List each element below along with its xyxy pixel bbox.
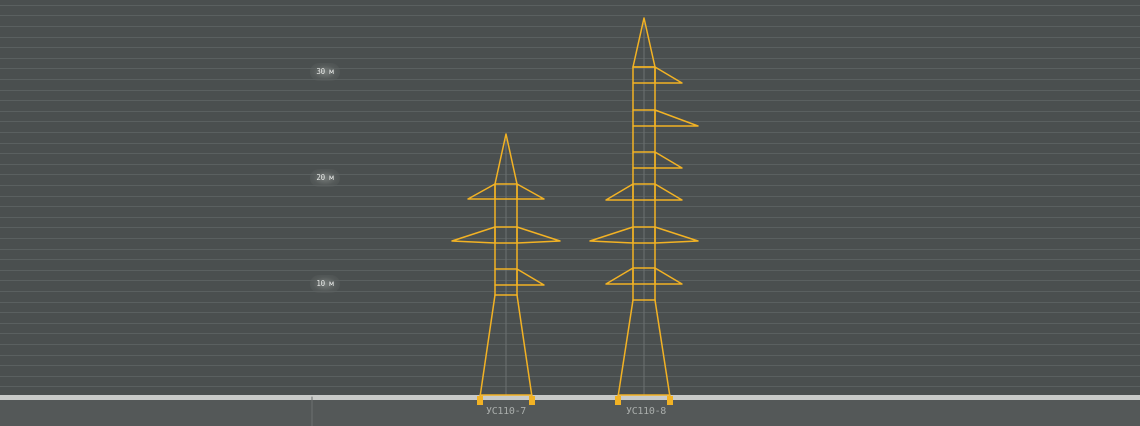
tower-1-footing-left xyxy=(477,396,483,405)
tower-2-arm-upper-left xyxy=(605,183,634,201)
tower-1-arm-lower-right xyxy=(516,268,545,286)
tower-2-arm-second-right xyxy=(654,109,699,127)
tower-2-leg-right xyxy=(654,299,671,398)
height-marker-30m: 30 м xyxy=(310,63,340,81)
tower-1-arm-mid-left xyxy=(451,226,496,244)
tower-2-footing-left xyxy=(615,396,621,405)
height-marker-10m: 10 м xyxy=(310,275,340,293)
tower-diagram xyxy=(0,5,1140,426)
height-marker-20m: 20 м xyxy=(310,169,340,187)
tower-2-arm-mid-left xyxy=(589,226,634,244)
tower-2-footing-right xyxy=(667,396,673,405)
tower-1-footing-right xyxy=(529,396,535,405)
tower-label-us110-8: УС110-8 xyxy=(625,406,667,417)
ground-line xyxy=(0,395,1140,400)
tower-2-arm-upper-right xyxy=(654,183,683,201)
tower-1-leg-left xyxy=(479,294,496,398)
tower-2-arm-mid-right xyxy=(654,226,699,244)
tower-1-arm-mid-right xyxy=(516,226,561,244)
ground-bar xyxy=(0,400,1140,426)
tower-1-leg-right xyxy=(516,294,533,398)
tower-2-leg-left xyxy=(617,299,634,398)
tower-2-arm-top-right xyxy=(654,66,683,84)
tower-2-arm-third-right xyxy=(654,151,683,169)
tower-diagram-canvas: 30 м 20 м 10 м УС110-7 УС110-8 xyxy=(0,0,1140,426)
tower-label-us110-7: УС110-7 xyxy=(485,406,527,417)
